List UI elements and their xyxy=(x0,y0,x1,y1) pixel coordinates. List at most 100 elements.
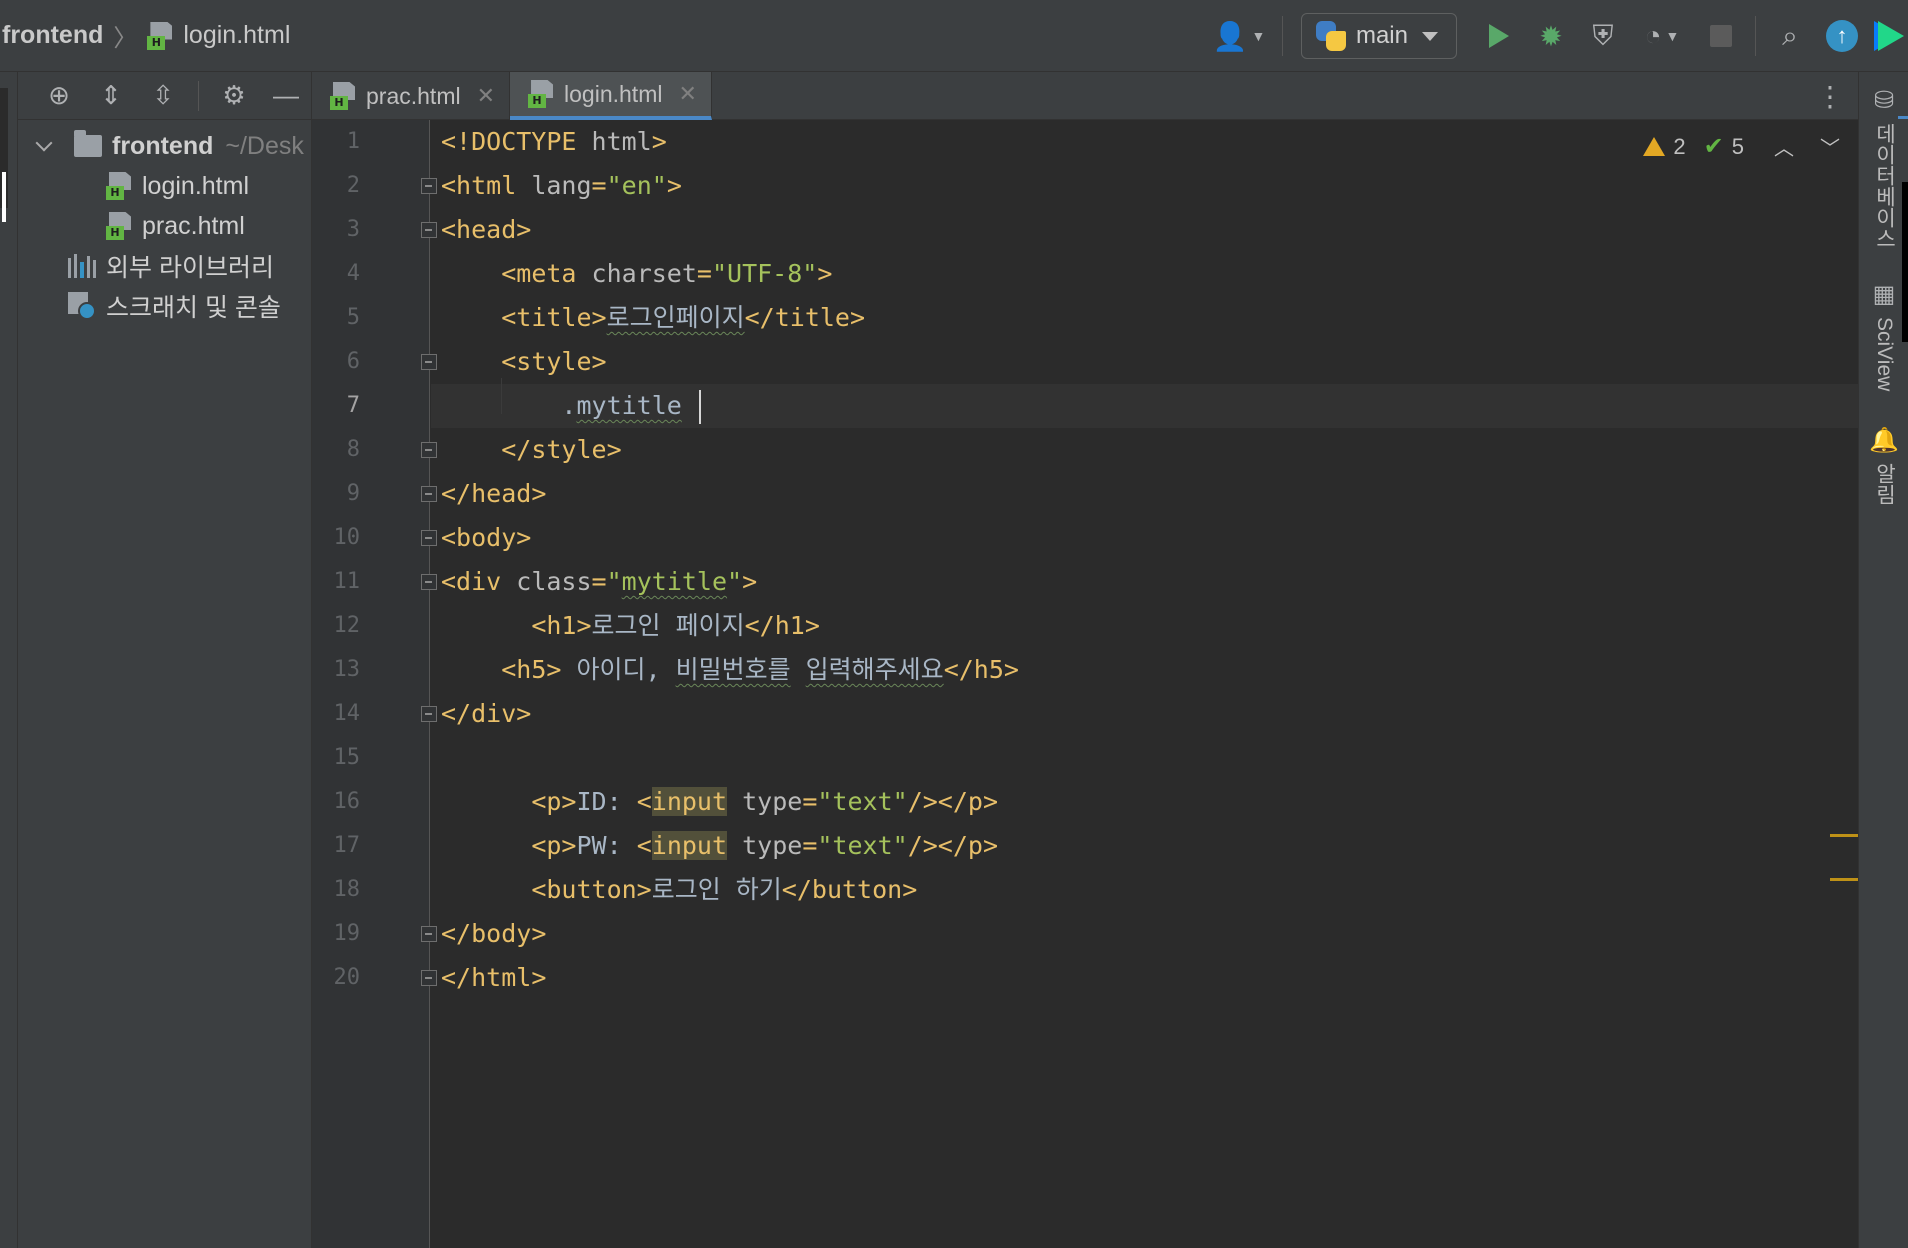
text-cursor xyxy=(698,390,701,424)
profile-button[interactable]: ◔ ▼ xyxy=(1629,10,1695,62)
tree-file-name: login.html xyxy=(142,171,249,200)
close-icon[interactable]: ✕ xyxy=(678,81,696,107)
project-panel: ⊕ ⇕ ⇳ ⚙ — frontend ~/Desk H login.html H… xyxy=(18,72,312,1248)
fold-marker-icon[interactable] xyxy=(421,486,437,502)
code-line[interactable]: <h1>로그인 페이지</h1> xyxy=(441,604,820,648)
collapse-all-icon[interactable]: ⇳ xyxy=(146,79,180,113)
code-line[interactable]: </html> xyxy=(441,956,546,1000)
jetbrains-button[interactable] xyxy=(1868,10,1908,62)
fold-marker-icon[interactable] xyxy=(421,706,437,722)
code-line[interactable]: <!DOCTYPE html> xyxy=(441,120,667,164)
stop-button[interactable] xyxy=(1695,10,1747,62)
tree-item-file[interactable]: H prac.html xyxy=(18,206,311,246)
python-icon xyxy=(1315,21,1346,51)
project-panel-toolbar: ⊕ ⇕ ⇳ ⚙ — xyxy=(18,72,311,120)
tree-file-name: prac.html xyxy=(142,211,245,240)
line-number: 19 xyxy=(333,921,361,946)
code-line[interactable]: <title>로그인페이지</title> xyxy=(441,296,865,340)
code-line[interactable]: <html lang="en"> xyxy=(441,164,682,208)
debug-button[interactable]: ✹ xyxy=(1525,10,1577,62)
coverage-button[interactable]: ⛨ xyxy=(1577,10,1629,62)
more-vertical-icon[interactable]: ⋮ xyxy=(1816,72,1844,120)
error-stripe-marker[interactable] xyxy=(1830,878,1858,881)
code-line[interactable]: <style> xyxy=(441,340,606,384)
sciview-tool-tab[interactable]: ▦ SciView xyxy=(1859,280,1908,391)
code-area[interactable]: <!DOCTYPE html> <html lang="en"> <head> … xyxy=(312,120,1019,992)
warning-count: 2 xyxy=(1673,133,1686,159)
chevron-up-icon[interactable]: ︿ xyxy=(1774,132,1794,161)
run-config-selector[interactable]: main xyxy=(1300,13,1457,59)
search-button[interactable]: ⌕ xyxy=(1764,10,1816,62)
fold-marker-icon[interactable] xyxy=(421,178,437,194)
fold-marker-icon[interactable] xyxy=(421,574,437,590)
notifications-tool-tab[interactable]: 🔔 알림 xyxy=(1859,426,1908,505)
gear-icon[interactable]: ⚙ xyxy=(217,79,251,113)
close-icon[interactable]: ✕ xyxy=(477,83,495,109)
code-line[interactable]: <p>PW: <input type="text"/></p> xyxy=(441,824,998,868)
code-line[interactable]: <p>ID: <input type="text"/></p> xyxy=(441,780,998,824)
chevron-down-icon[interactable]: ﹀ xyxy=(1820,132,1840,161)
database-tool-tab[interactable]: ⛁ 데이터베이스 xyxy=(1859,86,1908,249)
run-button[interactable] xyxy=(1473,10,1525,62)
grid-icon: ▦ xyxy=(1872,281,1896,308)
code-editor[interactable]: 1 2 3 4 5 6 7 8 9 10 11 12 13 14 15 16 1… xyxy=(312,120,1858,1248)
line-number: 16 xyxy=(333,789,361,814)
scratches-label: 스크래치 및 콘솔 xyxy=(106,294,281,322)
tree-item-scratches[interactable]: 스크래치 및 콘솔 xyxy=(18,286,311,326)
breadcrumb-project[interactable]: frontend xyxy=(2,21,103,50)
fold-marker-icon[interactable] xyxy=(421,354,437,370)
line-number: 20 xyxy=(333,965,361,990)
library-icon xyxy=(68,254,97,278)
html-file-icon: H xyxy=(147,21,173,50)
panel-toolbar-divider xyxy=(198,80,199,111)
right-tool-strip: ⛁ 데이터베이스 ▦ SciView 🔔 알림 xyxy=(1858,72,1908,1248)
tab-label: login.html xyxy=(564,80,663,107)
run-config-label: main xyxy=(1355,22,1408,49)
expand-all-icon[interactable]: ⇕ xyxy=(94,79,128,113)
code-line[interactable]: <meta charset="UTF-8"> xyxy=(441,252,832,296)
minimize-icon[interactable]: — xyxy=(269,79,303,113)
fold-marker-icon[interactable] xyxy=(421,442,437,458)
tab-prac-html[interactable]: H prac.html ✕ xyxy=(312,72,511,120)
code-line[interactable]: </style> xyxy=(441,428,621,472)
database-icon: ⛁ xyxy=(1873,87,1895,114)
check-icon: ✔ xyxy=(1703,133,1724,160)
update-button[interactable]: ↑ xyxy=(1816,10,1868,62)
jetbrains-icon xyxy=(1878,21,1904,51)
ok-count: 5 xyxy=(1731,133,1744,159)
breadcrumb-file[interactable]: login.html xyxy=(183,21,290,50)
code-line[interactable]: <h5> 아이디, 비밀번호를 입력해주세요</h5> xyxy=(441,648,1019,692)
code-line[interactable]: </head> xyxy=(441,472,546,516)
tree-item-file[interactable]: H login.html xyxy=(18,166,311,206)
code-line[interactable]: </body> xyxy=(441,912,546,956)
code-line-current[interactable]: .mytitle xyxy=(441,384,701,428)
search-icon: ⌕ xyxy=(1782,19,1798,51)
scratches-icon xyxy=(68,292,96,320)
code-line[interactable]: <head> xyxy=(441,208,531,252)
tree-item-external-libraries[interactable]: 외부 라이브러리 xyxy=(18,246,311,286)
error-stripe-marker[interactable] xyxy=(1830,834,1858,837)
code-line[interactable]: <body> xyxy=(441,516,531,560)
arrow-up-icon: ↑ xyxy=(1826,20,1858,52)
main-toolbar: frontend 〉 H login.html 👤 ▼ main ✹ ⛨ ◔ ▼ ⌕… xyxy=(0,0,1908,72)
fold-marker-icon[interactable] xyxy=(421,222,437,238)
html-file-icon: H xyxy=(330,82,356,110)
fold-marker-icon[interactable] xyxy=(421,970,437,986)
chevron-down-icon[interactable] xyxy=(35,134,53,152)
fold-marker-icon[interactable] xyxy=(421,926,437,942)
code-line[interactable]: <button>로그인 하기</button> xyxy=(441,868,917,912)
database-tab-label: 데이터베이스 xyxy=(1873,123,1896,249)
code-line[interactable]: </div> xyxy=(441,692,531,736)
tree-item-root[interactable]: frontend ~/Desk xyxy=(18,126,311,166)
locate-file-icon[interactable]: ⊕ xyxy=(42,79,76,113)
tool-tab-marker xyxy=(2,172,6,222)
user-icon[interactable]: 👤 ▼ xyxy=(1204,10,1274,62)
code-line[interactable]: <div class="mytitle"> xyxy=(441,560,757,604)
html-file-icon: H xyxy=(106,212,132,240)
tab-login-html[interactable]: H login.html ✕ xyxy=(510,72,712,120)
profiler-icon: ◔ xyxy=(1644,20,1662,51)
fold-marker-icon[interactable] xyxy=(421,530,437,546)
inspection-widget[interactable]: 2 ✔ 5 ︿ ﹀ xyxy=(1643,132,1840,161)
html-file-icon: H xyxy=(528,80,554,108)
stop-icon xyxy=(1710,25,1732,47)
